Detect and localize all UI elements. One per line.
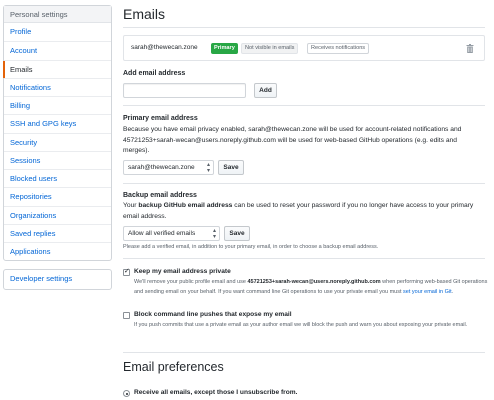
section-divider — [123, 258, 485, 259]
sidebar-item-security[interactable]: Security — [4, 132, 111, 151]
developer-settings-menu: Developer settings — [3, 269, 112, 290]
sidebar-item-applications[interactable]: Applications — [4, 242, 111, 260]
sidebar-item-saved-replies[interactable]: Saved replies — [4, 223, 111, 242]
select-caret-icon: ▴ ▾ — [212, 228, 216, 240]
sidebar-heading: Personal settings — [4, 6, 111, 23]
block-push-label: Block command line pushes that expose my… — [134, 311, 292, 318]
sidebar-item-ssh-and-gpg-keys[interactable]: SSH and GPG keys — [4, 114, 111, 132]
page-title: Emails — [123, 6, 166, 22]
primary-email-select[interactable]: sarah@thewecan.zone ▴ ▾ — [123, 160, 214, 175]
keep-private-note-part: . — [451, 288, 454, 295]
settings-sidebar: Personal settings Profile Account Emails No… — [3, 5, 112, 290]
backup-email-select[interactable]: Allow all verified emails ▴ ▾ — [123, 226, 220, 241]
backup-email-description: Your backup GitHub email address can be … — [123, 201, 485, 222]
sidebar-item-emails[interactable]: Emails — [3, 59, 111, 79]
block-push-checkbox[interactable] — [123, 312, 130, 319]
backup-desc-bold: backup GitHub email address — [138, 202, 233, 209]
receives-notifications-badge: Receives notifications — [307, 43, 370, 54]
backup-email-note: Please add a verified email, in addition… — [123, 244, 379, 250]
backup-desc-prefix: Your — [123, 202, 139, 209]
sidebar-item-sessions[interactable]: Sessions — [4, 150, 111, 169]
sidebar-item-developer-settings[interactable]: Developer settings — [4, 270, 111, 288]
save-primary-button[interactable]: Save — [218, 160, 244, 175]
select-caret-icon: ▴ ▾ — [206, 162, 210, 174]
title-divider — [123, 27, 485, 28]
add-email-label: Add email address — [123, 70, 186, 77]
primary-badge: Primary — [211, 43, 238, 54]
save-backup-button[interactable]: Save — [224, 226, 250, 241]
sidebar-item-profile[interactable]: Profile — [4, 23, 111, 41]
receive-all-radio[interactable] — [123, 390, 130, 397]
sidebar-item-account[interactable]: Account — [4, 41, 111, 59]
primary-email-select-value: sarah@thewecan.zone — [128, 164, 195, 171]
add-email-button[interactable]: Add — [254, 83, 277, 98]
email-list-item: sarah@thewecan.zone Primary Not visible … — [123, 35, 485, 61]
backup-email-select-value: Allow all verified emails — [128, 230, 196, 237]
sidebar-item-notifications[interactable]: Notifications — [4, 77, 111, 96]
section-divider — [123, 105, 485, 106]
sidebar-item-blocked-users[interactable]: Blocked users — [4, 169, 111, 187]
email-preferences-title: Email preferences — [123, 360, 224, 374]
backup-email-label: Backup email address — [123, 192, 197, 199]
sidebar-item-organizations[interactable]: Organizations — [4, 205, 111, 224]
keep-private-note: We'll remove your public profile email a… — [134, 278, 489, 297]
set-email-in-git-link[interactable]: set your email in Git — [403, 289, 452, 295]
sidebar-item-repositories[interactable]: Repositories — [4, 187, 111, 205]
section-divider — [123, 352, 485, 353]
keep-private-note-part: We'll remove your public profile email a… — [134, 279, 248, 285]
primary-email-description: Because you have email privacy enabled, … — [123, 126, 462, 154]
keep-private-label: Keep my email address private — [134, 268, 231, 275]
block-push-note: If you push commits that use a private e… — [134, 322, 468, 328]
add-email-input[interactable] — [123, 83, 246, 98]
noreply-email: 45721253+sarah-wecan@users.noreply.githu… — [247, 279, 381, 285]
receive-all-label: Receive all emails, except those I unsub… — [134, 389, 298, 396]
personal-settings-menu: Personal settings Profile Account Emails No… — [3, 5, 112, 262]
email-address: sarah@thewecan.zone — [131, 44, 198, 51]
trash-icon[interactable] — [466, 44, 474, 53]
sidebar-item-billing[interactable]: Billing — [4, 96, 111, 114]
keep-private-checkbox[interactable] — [123, 267, 130, 276]
primary-email-label: Primary email address — [123, 115, 198, 122]
not-visible-badge: Not visible in emails — [241, 43, 299, 54]
section-divider — [123, 183, 485, 184]
